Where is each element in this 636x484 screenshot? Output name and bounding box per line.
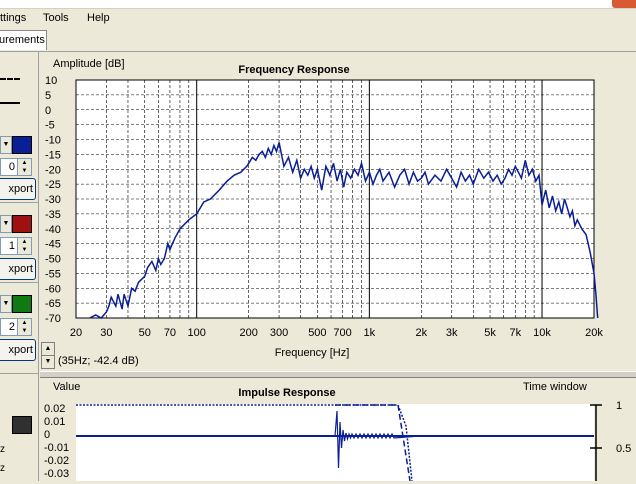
impulse-y-label: Value [53, 381, 80, 393]
series-3-spin-value[interactable]: 2 [0, 318, 18, 336]
tab-strip: urements [0, 29, 636, 52]
y-tick-label: -10 [45, 135, 61, 147]
y-tick-label: -20 [45, 164, 61, 176]
x-tick-label: 30 [100, 327, 112, 339]
cursor-readout: (35Hz; -42.4 dB) [58, 355, 139, 367]
y-tick-label: 10 [45, 75, 57, 87]
time-window-tick-label: 0.5 [616, 443, 631, 455]
x-tick-label: 20k [585, 327, 603, 339]
x-tick-label: 50 [139, 327, 151, 339]
y-tick-label: -70 [45, 313, 61, 325]
time-window-tick-label: 1 [616, 400, 622, 412]
series-2-export-button[interactable]: xport [0, 258, 36, 280]
divider [0, 202, 38, 203]
scroll-up-arrow[interactable]: ▲ [41, 342, 55, 356]
impulse-y-tick-label: 0.01 [44, 416, 65, 428]
menu-bar: ttings Tools Help [0, 9, 636, 29]
series-3-dropdown[interactable]: ▼ [0, 295, 12, 313]
frequency-response-pane: Amplitude [dB] Frequency Response Freque… [40, 52, 636, 370]
impulse-y-tick-label: 0.02 [44, 403, 65, 415]
impulse-y-tick-label: -0.03 [44, 468, 69, 480]
x-tick-label: 1k [364, 327, 376, 339]
series-3-spin-buttons[interactable]: ▲ ▼ [17, 318, 32, 336]
y-tick-label: -25 [45, 179, 61, 191]
series-2-dropdown[interactable]: ▼ [0, 215, 12, 233]
y-tick-label: -45 [45, 239, 61, 251]
x-tick-label: 7k [509, 327, 521, 339]
x-axis-label: Frequency [Hz] [275, 347, 350, 359]
divider [0, 373, 38, 374]
y-tick-label: -5 [45, 120, 55, 132]
y-tick-label: -35 [45, 209, 61, 221]
legend-solid-line [0, 102, 20, 104]
time-window-label: Time window [523, 381, 587, 393]
bottom-label-2: z [0, 463, 5, 474]
legend-dashed-line [0, 78, 20, 80]
x-tick-label: 500 [308, 327, 326, 339]
scroll-down-arrow[interactable]: ▼ [41, 355, 55, 369]
y-tick-label: -65 [45, 298, 61, 310]
x-tick-label: 70 [164, 327, 176, 339]
series-3-export-button[interactable]: xport [0, 339, 36, 361]
series-1-spin-buttons[interactable]: ▲ ▼ [17, 158, 32, 176]
x-tick-label: 10k [533, 327, 551, 339]
series-1-export-button[interactable]: xport [0, 178, 36, 200]
x-tick-label: 20 [70, 327, 82, 339]
impulse-y-tick-label: -0.02 [44, 455, 69, 467]
x-tick-label: 200 [239, 327, 257, 339]
x-tick-label: 2k [416, 327, 428, 339]
y-tick-label: 5 [45, 90, 51, 102]
impulse-title: Impulse Response [238, 387, 335, 399]
series-3-color-swatch[interactable] [12, 295, 32, 313]
impulse-color-swatch[interactable] [12, 416, 32, 434]
impulse-response-pane: Value Impulse Response Time window 0.02 0… [40, 378, 636, 482]
series-1-spin-value[interactable]: 0 [0, 158, 18, 176]
pane-splitter[interactable] [40, 371, 636, 378]
divider [0, 282, 38, 283]
series-2-spin-buttons[interactable]: ▲ ▼ [17, 237, 32, 255]
series-2-color-swatch[interactable] [12, 215, 32, 233]
impulse-response-chart[interactable]: Value Impulse Response Time window 0.020… [40, 378, 636, 482]
y-tick-label: -15 [45, 149, 61, 161]
series-control-panel: ▼ 0 ▲ ▼ xport ▼ 1 ▲ ▼ xport ▼ 2 ▲ ▼ xport z… [0, 52, 39, 481]
impulse-y-tick-label: -0.01 [44, 442, 69, 454]
menu-help[interactable]: Help [87, 12, 110, 24]
window-title-bar [0, 0, 636, 9]
x-tick-label: 300 [270, 327, 288, 339]
bottom-label-1: z [0, 444, 5, 455]
series-1-color-swatch[interactable] [12, 136, 32, 154]
x-tick-label: 3k [446, 327, 458, 339]
y-tick-label: -30 [45, 194, 61, 206]
chart-title: Frequency Response [238, 64, 349, 76]
x-tick-label: 100 [188, 327, 206, 339]
frequency-response-chart[interactable]: Amplitude [dB] Frequency Response Freque… [40, 52, 636, 370]
series-2-spin-value[interactable]: 1 [0, 237, 18, 255]
impulse-tick-labels: 0.020.010-0.01-0.02-0.03 [44, 403, 69, 480]
close-window-button[interactable] [612, 0, 636, 8]
menu-settings[interactable]: ttings [0, 12, 26, 24]
y-tick-label: -60 [45, 283, 61, 295]
y-tick-label: -50 [45, 254, 61, 266]
y-tick-label: -55 [45, 268, 61, 280]
time-window-axis: 10.5 [590, 400, 631, 481]
menu-tools[interactable]: Tools [43, 12, 69, 24]
y-tick-label: -40 [45, 224, 61, 236]
x-tick-label: 700 [333, 327, 351, 339]
impulse-y-tick-label: 0 [44, 429, 50, 441]
impulse-plot-area [76, 404, 594, 481]
series-1-dropdown[interactable]: ▼ [0, 136, 12, 154]
tab-measurements[interactable]: urements [0, 30, 47, 50]
y-tick-label: 0 [45, 105, 51, 117]
x-tick-label: 5k [484, 327, 496, 339]
y-axis-label: Amplitude [dB] [53, 58, 125, 70]
